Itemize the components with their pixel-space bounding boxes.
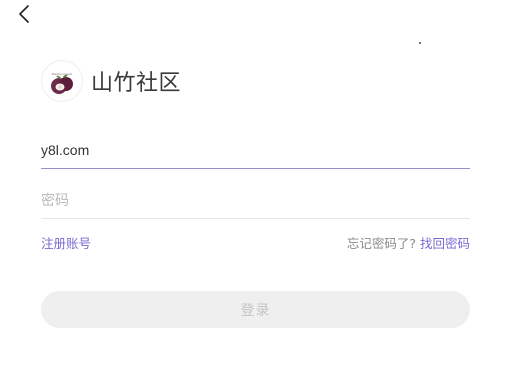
brand-header: Mangosteen 山竹社区 (41, 60, 181, 102)
login-button[interactable]: 登录 (41, 291, 470, 328)
username-field (41, 139, 470, 169)
forgot-password-prompt: 忘记密码了? (346, 236, 416, 251)
account-links: 注册账号 忘记密码了? 找回密码 (41, 233, 470, 252)
password-underline (41, 218, 470, 219)
decorative-dot (419, 42, 421, 44)
register-link[interactable]: 注册账号 (41, 233, 91, 252)
password-input[interactable] (41, 189, 470, 211)
app-title: 山竹社区 (91, 71, 182, 96)
username-input[interactable] (41, 139, 470, 161)
chevron-left-icon (18, 5, 30, 23)
mangosteen-logo-icon: Mangosteen (41, 60, 83, 102)
logo-caption: Mangosteen (51, 72, 73, 76)
back-button[interactable] (14, 3, 34, 25)
forgot-password-group: 忘记密码了? 找回密码 (347, 233, 470, 252)
password-field (41, 189, 470, 219)
username-underline (41, 168, 470, 169)
recover-password-link[interactable]: 找回密码 (420, 236, 470, 251)
